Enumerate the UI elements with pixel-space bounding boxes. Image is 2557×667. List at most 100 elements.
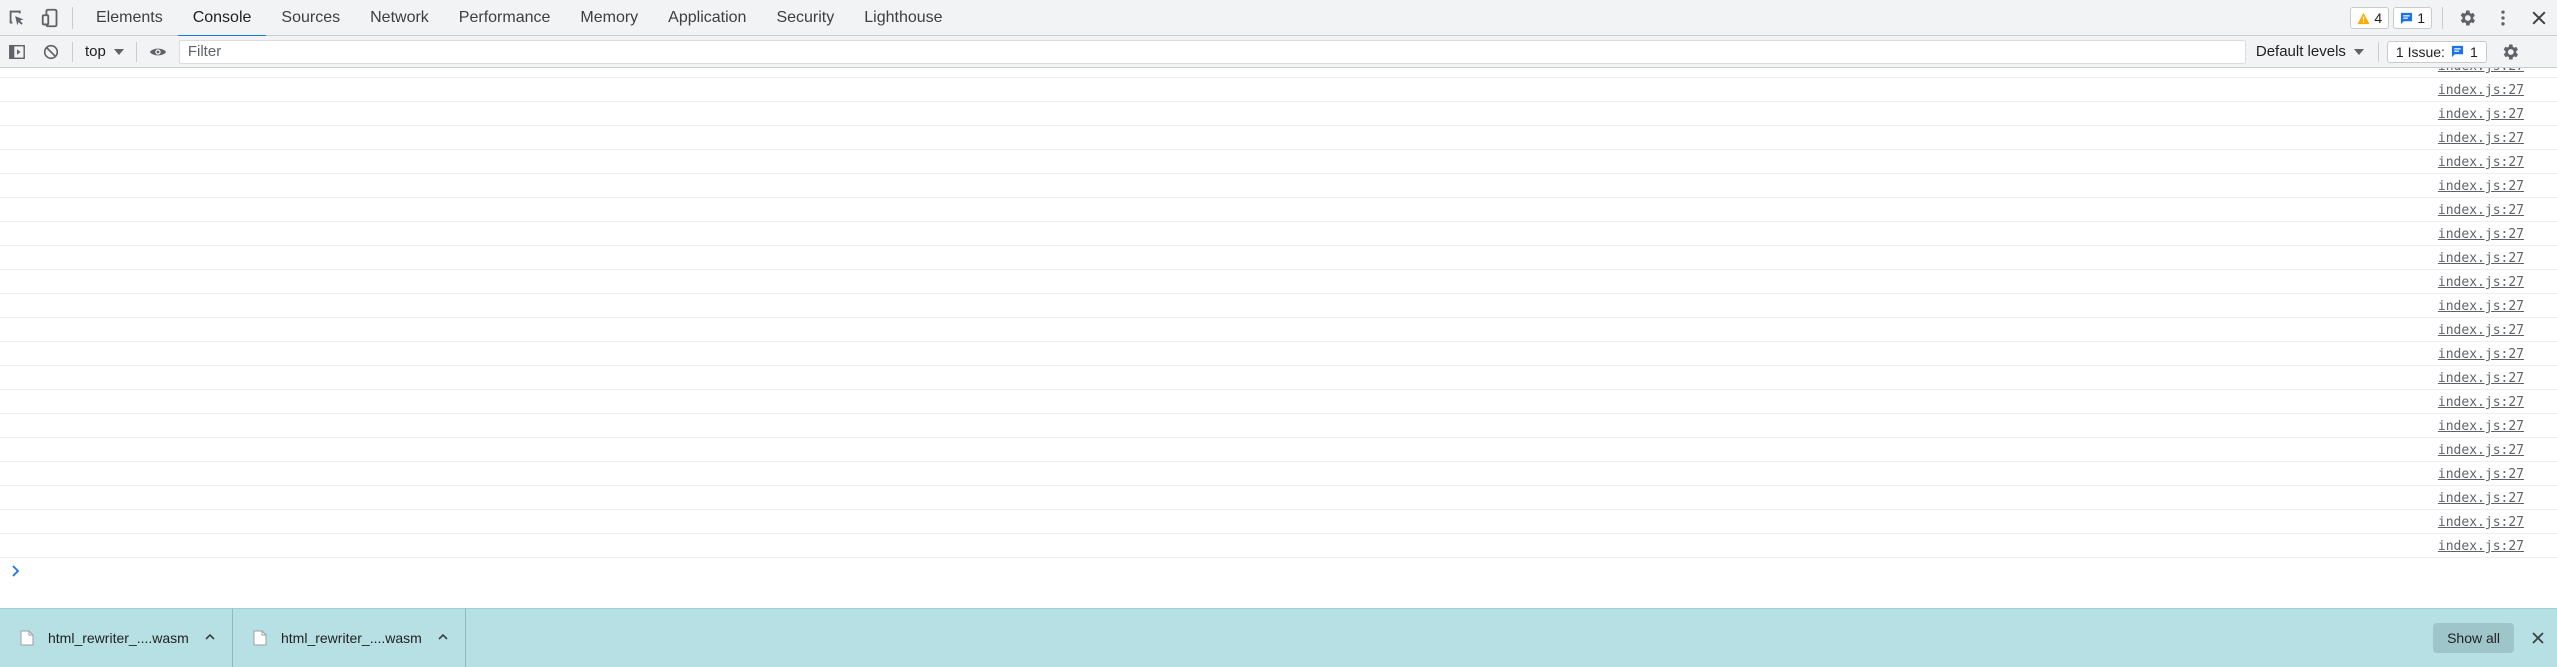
download-filename: html_rewriter_....wasm xyxy=(48,630,189,646)
console-message-row: index.js:27 xyxy=(0,438,2557,462)
source-link[interactable]: index.js:27 xyxy=(2438,515,2524,530)
chevron-up-icon[interactable] xyxy=(437,631,449,643)
toolbar-divider xyxy=(2377,41,2379,62)
source-link[interactable]: index.js:27 xyxy=(2438,131,2524,146)
tab-application[interactable]: Application xyxy=(653,0,761,36)
tab-security[interactable]: Security xyxy=(761,0,849,36)
source-link[interactable]: index.js:27 xyxy=(2438,299,2524,314)
source-link[interactable]: index.js:27 xyxy=(2438,323,2524,338)
javascript-context-select[interactable]: top xyxy=(77,36,132,68)
console-message-row: index.js:27 xyxy=(0,126,2557,150)
download-filename: html_rewriter_....wasm xyxy=(281,630,422,646)
source-link[interactable]: index.js:27 xyxy=(2438,371,2524,386)
console-message-row: index.js:27 xyxy=(0,198,2557,222)
message-icon xyxy=(2401,12,2413,24)
issues-button[interactable]: 1 Issue: 1 xyxy=(2386,40,2487,63)
warnings-count: 4 xyxy=(2374,10,2383,26)
console-message-row: index.js:27 xyxy=(0,414,2557,438)
source-link[interactable]: index.js:27 xyxy=(2438,347,2524,362)
source-link[interactable]: index.js:27 xyxy=(2438,467,2524,482)
message-icon xyxy=(2451,45,2464,58)
prompt-chevron-icon xyxy=(12,565,20,577)
tab-memory[interactable]: Memory xyxy=(565,0,653,36)
source-link[interactable]: index.js:27 xyxy=(2438,251,2524,266)
chevron-down-icon xyxy=(2353,48,2364,55)
sidebar-toggle-icon[interactable] xyxy=(0,36,34,68)
source-link[interactable]: index.js:27 xyxy=(2438,179,2524,194)
tab-performance[interactable]: Performance xyxy=(444,0,566,36)
source-link[interactable]: index.js:27 xyxy=(2438,203,2524,218)
context-value: top xyxy=(85,43,106,60)
live-expression-eye-icon[interactable] xyxy=(141,36,175,68)
close-devtools-icon[interactable] xyxy=(2521,0,2557,36)
devtools-tab-bar: Elements Console Sources Network Performance… xyxy=(0,0,2557,37)
console-message-row: index.js:27 xyxy=(0,294,2557,318)
clear-console-icon[interactable] xyxy=(34,36,68,68)
tab-sources[interactable]: Sources xyxy=(266,0,355,36)
tab-network[interactable]: Network xyxy=(355,0,444,36)
source-link[interactable]: index.js:27 xyxy=(2438,395,2524,410)
gear-icon[interactable] xyxy=(2449,0,2485,36)
show-all-button[interactable]: Show all xyxy=(2433,623,2514,653)
log-levels-dropdown[interactable]: Default levels xyxy=(2246,36,2374,68)
log-levels-label: Default levels xyxy=(2255,43,2346,60)
messages-count: 1 xyxy=(2417,10,2425,26)
source-link[interactable]: index.js:27 xyxy=(2438,83,2524,98)
device-toolbar-icon[interactable] xyxy=(34,0,68,36)
source-link[interactable]: index.js:27 xyxy=(2438,275,2524,290)
filter-input[interactable] xyxy=(187,43,2245,60)
inspect-element-icon[interactable] xyxy=(0,0,34,36)
download-item[interactable]: html_rewriter_....wasm xyxy=(0,608,233,667)
console-message-row: index.js:27 xyxy=(0,462,2557,486)
chevron-up-icon[interactable] xyxy=(204,631,216,643)
console-settings-gear-icon[interactable] xyxy=(2493,36,2527,68)
console-message-row: index.js:27 xyxy=(0,318,2557,342)
issues-label: 1 Issue: xyxy=(2395,43,2445,60)
console-message-row: index.js:27 xyxy=(0,510,2557,534)
source-link[interactable]: index.js:27 xyxy=(2438,419,2524,434)
chevron-down-icon xyxy=(113,48,124,55)
console-message-row: index.js:27 xyxy=(0,150,2557,174)
console-message-row: index.js:27 xyxy=(0,78,2557,102)
source-link[interactable]: index.js:27 xyxy=(2438,155,2524,170)
tab-console[interactable]: Console xyxy=(177,0,267,37)
download-item[interactable]: html_rewriter_....wasm xyxy=(233,608,466,667)
toolbar-divider xyxy=(72,41,73,62)
warning-icon xyxy=(2357,12,2370,24)
toolbar-divider xyxy=(135,41,137,62)
console-message-row: index.js:27 xyxy=(0,342,2557,366)
console-message-row: index.js:27 xyxy=(0,390,2557,414)
file-icon xyxy=(253,630,267,646)
console-message-row: index.js:27 xyxy=(0,270,2557,294)
source-link[interactable]: index.js:27 xyxy=(2438,539,2524,554)
download-items: html_rewriter_....wasm html_rewriter_....… xyxy=(0,608,466,667)
source-link[interactable]: index.js:27 xyxy=(2438,443,2524,458)
more-options-icon[interactable] xyxy=(2485,0,2521,36)
source-link[interactable]: index.js:27 xyxy=(2438,107,2524,122)
console-prompt[interactable] xyxy=(0,558,2557,584)
console-message-row: index.js:27 xyxy=(0,486,2557,510)
close-shelf-icon[interactable] xyxy=(2529,629,2547,647)
messages-counter[interactable]: 1 xyxy=(2393,7,2432,29)
warnings-counter[interactable]: 4 xyxy=(2350,7,2390,29)
console-message-row: index.js:27 xyxy=(0,246,2557,270)
file-icon xyxy=(20,630,34,646)
tabbar-right-controls: 4 1 xyxy=(2350,0,2557,36)
filter-field[interactable] xyxy=(178,39,2246,64)
console-message-row: index.js:27 xyxy=(0,222,2557,246)
console-message-row: index.js:27 xyxy=(0,102,2557,126)
console-message-row: index.js:27 xyxy=(0,534,2557,558)
console-message-row: index.js:27 xyxy=(0,366,2557,390)
source-link[interactable]: index.js:27 xyxy=(2438,68,2524,74)
console-messages: index.js:27 index.js:27 index.js:27 index.j… xyxy=(0,68,2557,608)
source-link[interactable]: index.js:27 xyxy=(2438,227,2524,242)
console-toolbar: top Default levels 1 Issue: 1 xyxy=(0,36,2557,68)
message-list: index.js:27 index.js:27 index.js:27 index.j… xyxy=(0,68,2557,558)
issues-count: 1 xyxy=(2469,43,2478,60)
tab-elements[interactable]: Elements xyxy=(81,0,178,36)
source-link[interactable]: index.js:27 xyxy=(2438,491,2524,506)
panel-tabs: Elements Console Sources Network Performance… xyxy=(81,0,958,37)
tab-lighthouse[interactable]: Lighthouse xyxy=(849,0,957,36)
toolbar-divider xyxy=(2442,7,2443,29)
toolbar-divider xyxy=(72,6,73,29)
